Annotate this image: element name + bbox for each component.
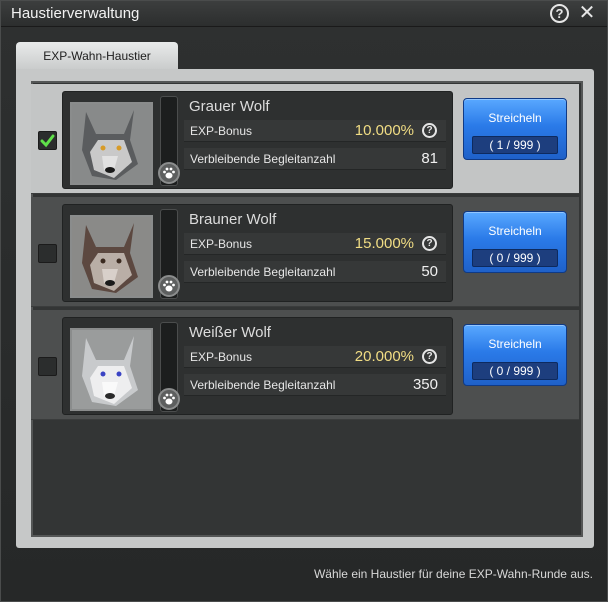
- pet-row[interactable]: Weißer Wolf EXP-Bonus 20.000% ? Verbleib…: [31, 310, 579, 420]
- window-title: Haustierverwaltung: [11, 5, 140, 22]
- pet-management-window: Haustierverwaltung ? ✕ EXP-Wahn-Haustier: [0, 0, 608, 602]
- paw-icon: [158, 162, 180, 184]
- remaining-label: Verbleibende Begleitanzahl: [190, 265, 336, 279]
- paw-icon: [158, 388, 180, 410]
- stroke-count: ( 0 / 999 ): [472, 249, 558, 267]
- info-icon[interactable]: ?: [422, 236, 437, 251]
- stroke-count: ( 1 / 999 ): [472, 136, 558, 154]
- remaining-line: Verbleibende Begleitanzahl 81: [184, 148, 446, 170]
- pet-select-checkbox[interactable]: [38, 131, 57, 150]
- remaining-line: Verbleibende Begleitanzahl 50: [184, 261, 446, 283]
- info-icon[interactable]: ?: [422, 349, 437, 364]
- remaining-value: 50: [421, 263, 438, 280]
- pet-name: Weißer Wolf: [189, 324, 271, 341]
- remaining-label: Verbleibende Begleitanzahl: [190, 378, 336, 392]
- pet-name: Brauner Wolf: [189, 211, 277, 228]
- checkmark-icon: [40, 134, 55, 148]
- stroke-button-label: Streicheln: [488, 337, 542, 351]
- footer-hint: Wähle ein Haustier für deine EXP-Wahn-Ru…: [313, 567, 593, 581]
- stroke-button-label: Streicheln: [488, 224, 542, 238]
- pet-row[interactable]: Grauer Wolf EXP-Bonus 10.000% ? Verbleib…: [31, 84, 579, 194]
- exp-bonus-label: EXP-Bonus: [190, 124, 253, 138]
- pet-portrait: [70, 102, 153, 185]
- exp-bonus-line: EXP-Bonus 15.000% ?: [184, 233, 446, 255]
- remaining-label: Verbleibende Begleitanzahl: [190, 152, 336, 166]
- pet-stroke-button[interactable]: Streicheln ( 0 / 999 ): [463, 211, 567, 273]
- remaining-value: 81: [421, 150, 438, 167]
- pet-stroke-button[interactable]: Streicheln ( 0 / 999 ): [463, 324, 567, 386]
- paw-icon: [158, 275, 180, 297]
- exp-bonus-line: EXP-Bonus 20.000% ?: [184, 346, 446, 368]
- help-icon[interactable]: ?: [550, 4, 569, 23]
- pet-select-checkbox[interactable]: [38, 244, 57, 263]
- title-bar[interactable]: Haustierverwaltung ? ✕: [1, 1, 607, 27]
- pet-card: Weißer Wolf EXP-Bonus 20.000% ? Verbleib…: [62, 317, 453, 415]
- exp-bonus-label: EXP-Bonus: [190, 237, 253, 251]
- pet-name: Grauer Wolf: [189, 98, 270, 115]
- exp-bonus-value: 10.000%: [354, 122, 414, 139]
- remaining-value: 350: [412, 376, 438, 393]
- pet-portrait: [70, 215, 153, 298]
- pet-row[interactable]: Brauner Wolf EXP-Bonus 15.000% ? Verblei…: [31, 197, 579, 307]
- exp-bonus-value: 20.000%: [354, 348, 414, 365]
- remaining-line: Verbleibende Begleitanzahl 350: [184, 374, 446, 396]
- exp-bonus-label: EXP-Bonus: [190, 350, 253, 364]
- exp-bonus-value: 15.000%: [354, 235, 414, 252]
- close-icon[interactable]: ✕: [577, 2, 597, 24]
- pet-stroke-button[interactable]: Streicheln ( 1 / 999 ): [463, 98, 567, 160]
- pet-card: Grauer Wolf EXP-Bonus 10.000% ? Verbleib…: [62, 91, 453, 189]
- stroke-button-label: Streicheln: [488, 111, 542, 125]
- stroke-count: ( 0 / 999 ): [472, 362, 558, 380]
- info-icon[interactable]: ?: [422, 123, 437, 138]
- pet-select-checkbox[interactable]: [38, 357, 57, 376]
- tab-exp-wahn-haustier[interactable]: EXP-Wahn-Haustier: [16, 42, 178, 70]
- pet-card: Brauner Wolf EXP-Bonus 15.000% ? Verblei…: [62, 204, 453, 302]
- exp-bonus-line: EXP-Bonus 10.000% ?: [184, 120, 446, 142]
- pet-portrait: [70, 328, 153, 411]
